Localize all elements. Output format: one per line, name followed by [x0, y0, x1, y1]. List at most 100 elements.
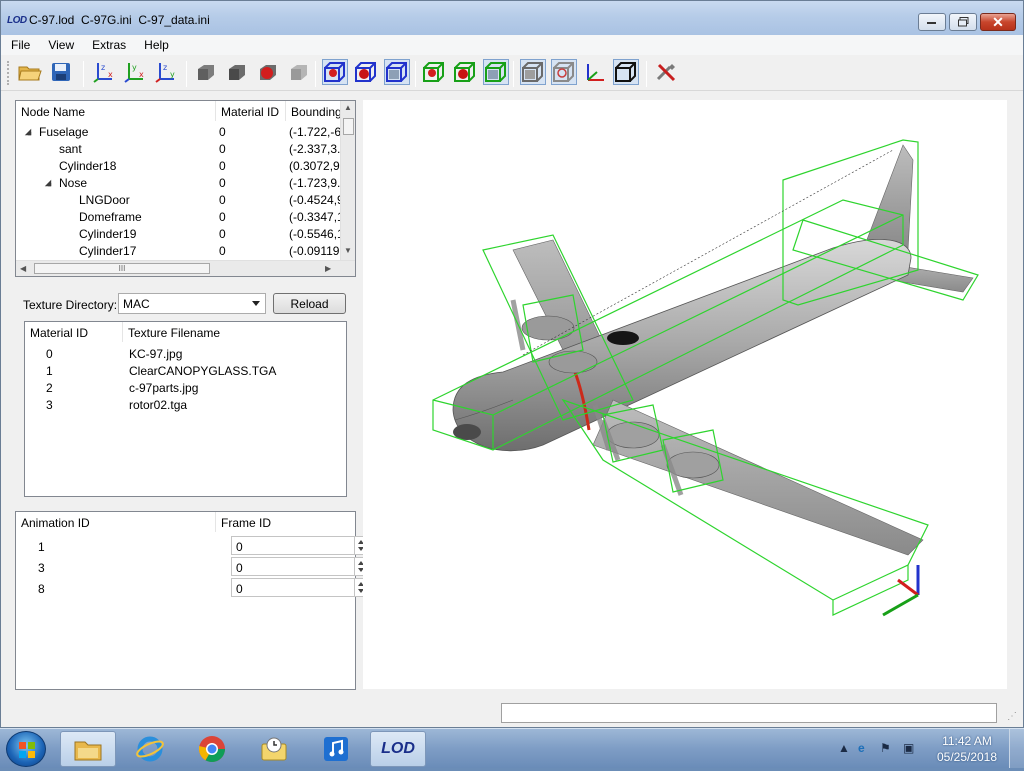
frame-id-spinbox[interactable]: 0 — [231, 557, 368, 576]
box-blue-red-solid-button[interactable] — [353, 59, 379, 85]
close-icon: ✕ — [992, 14, 1004, 30]
node-name: Nose — [59, 176, 88, 190]
svg-text:y: y — [132, 63, 137, 72]
box-blue-red-icon — [324, 62, 345, 82]
start-button[interactable] — [6, 731, 46, 767]
box-green-button[interactable] — [483, 59, 509, 85]
tree-row-lngdoor[interactable]: LNGDoor 0 (-0.4524,9 — [16, 191, 342, 208]
tools-icon — [656, 63, 676, 82]
texture-material-id: 3 — [46, 398, 53, 412]
tree-row-cylinder17[interactable]: Cylinder17 0 (-0.09119, — [16, 242, 342, 259]
tree-row-domeframe[interactable]: Domeframe 0 (-0.3347,1 — [16, 208, 342, 225]
node-name: Fuselage — [39, 125, 89, 139]
tree-row-cylinder19[interactable]: Cylinder19 0 (-0.5546,1 — [16, 225, 342, 242]
scroll-down-icon[interactable]: ▼ — [344, 246, 352, 255]
cube-view-icon — [615, 62, 636, 82]
frame-id-value[interactable]: 0 — [236, 582, 243, 596]
tree-row-sant[interactable]: sant 0 (-2.337,3.8 — [16, 140, 342, 157]
action-center-flag-icon[interactable]: ⚑ — [880, 741, 891, 755]
texture-row[interactable]: 3 rotor02.tga — [25, 396, 345, 413]
chrome-icon — [199, 736, 225, 762]
show-desktop-button[interactable] — [1009, 729, 1024, 768]
3d-viewport[interactable] — [363, 100, 1007, 689]
tree-horizontal-scrollbar[interactable]: ◀ III ▶ — [16, 260, 355, 276]
expanded-triangle-icon[interactable] — [24, 128, 32, 136]
texture-row[interactable]: 1 ClearCANOPYGLASS.TGA — [25, 362, 345, 379]
frame-id-value[interactable]: 0 — [236, 540, 243, 554]
column-header-material-id[interactable]: Material ID — [25, 322, 123, 342]
system-clock[interactable]: 11:42 AM 05/25/2018 — [932, 733, 1002, 765]
axis-zy-button[interactable]: zy — [153, 59, 179, 85]
menu-help[interactable]: Help — [134, 35, 177, 55]
title-bar[interactable]: LOD C-97.lod C-97G.ini C-97_data.ini ✕ — [1, 1, 1023, 35]
node-bounding: (-1.722,-6 — [289, 125, 341, 139]
maximize-button[interactable] — [949, 13, 977, 31]
shade-red-button[interactable] — [255, 59, 281, 85]
axes-view-button[interactable] — [582, 59, 608, 85]
column-header-frame-id[interactable]: Frame ID — [216, 512, 355, 532]
scroll-up-icon[interactable]: ▲ — [344, 103, 352, 112]
box-blue-red-button[interactable] — [322, 59, 348, 85]
menu-view[interactable]: View — [38, 35, 82, 55]
open-folder-button[interactable] — [17, 59, 43, 85]
toolbar-grip[interactable] — [7, 61, 10, 85]
resize-grip-icon[interactable]: ⋰ — [1007, 711, 1017, 722]
menu-extras[interactable]: Extras — [82, 35, 134, 55]
node-material-id: 0 — [219, 159, 226, 173]
tree-vertical-scrollbar[interactable]: ▲ ▼ — [340, 101, 355, 261]
vertical-stabilizer — [862, 144, 914, 251]
scroll-thumb[interactable]: III — [34, 263, 210, 274]
column-header-animation-id[interactable]: Animation ID — [16, 512, 216, 532]
box-green-red-solid-button[interactable] — [452, 59, 478, 85]
tray-expand-icon[interactable]: ▲ — [838, 741, 850, 755]
column-header-texture-filename[interactable]: Texture Filename — [123, 322, 346, 342]
menu-file[interactable]: File — [1, 35, 38, 55]
close-button[interactable]: ✕ — [980, 13, 1016, 31]
box-gray-red-button[interactable] — [551, 59, 577, 85]
cube-view-button[interactable] — [613, 59, 639, 85]
chevron-down-icon[interactable] — [252, 301, 260, 306]
taskbar-media-player[interactable] — [308, 731, 364, 767]
scroll-left-icon[interactable]: ◀ — [20, 264, 26, 273]
box-gray-button[interactable] — [520, 59, 546, 85]
taskbar-internet-explorer[interactable] — [122, 731, 178, 767]
texture-row[interactable]: 2 c-97parts.jpg — [25, 379, 345, 396]
tree-row-nose[interactable]: Nose 0 (-1.723,9.0 — [16, 174, 342, 191]
column-header-bounding[interactable]: Bounding — [286, 101, 342, 121]
shade-dark-button[interactable] — [224, 59, 250, 85]
settings-tools-button[interactable] — [653, 59, 679, 85]
expanded-triangle-icon[interactable] — [44, 179, 52, 187]
animation-row: 8 0 — [16, 577, 368, 598]
shade-light-button[interactable] — [286, 59, 312, 85]
axis-zx-icon: zx — [93, 63, 113, 83]
open-folder-icon — [18, 66, 42, 81]
network-icon[interactable]: ▣ — [903, 741, 914, 755]
frame-id-value[interactable]: 0 — [236, 561, 243, 575]
minimize-button[interactable] — [918, 13, 946, 31]
node-bounding: (-0.09119, — [289, 244, 341, 258]
svg-text:z: z — [101, 63, 105, 72]
frame-id-spinbox[interactable]: 0 — [231, 536, 368, 555]
taskbar-chrome[interactable] — [184, 731, 240, 767]
tray-ie-icon[interactable]: e — [858, 741, 865, 755]
axis-yx-button[interactable]: yx — [122, 59, 148, 85]
scroll-thumb[interactable] — [343, 118, 354, 135]
scroll-right-icon[interactable]: ▶ — [325, 264, 331, 273]
shade-gray-button[interactable] — [193, 59, 219, 85]
axes-view-icon — [587, 64, 604, 81]
tree-row-fuselage[interactable]: Fuselage 0 (-1.722,-6 — [16, 123, 342, 140]
axis-zx-button[interactable]: zx — [91, 59, 117, 85]
box-blue-button[interactable] — [384, 59, 410, 85]
texture-row[interactable]: 0 KC-97.jpg — [25, 345, 345, 362]
texture-directory-select[interactable]: MAC — [118, 293, 266, 314]
taskbar-outlook[interactable] — [246, 731, 302, 767]
frame-id-spinbox[interactable]: 0 — [231, 578, 368, 597]
taskbar-lod-viewer[interactable]: LOD — [370, 731, 426, 767]
tree-row-cylinder18[interactable]: Cylinder18 0 (0.3072,9. — [16, 157, 342, 174]
column-header-node-name[interactable]: Node Name — [16, 101, 216, 121]
box-green-red-button[interactable] — [421, 59, 447, 85]
reload-button[interactable]: Reload — [273, 293, 346, 314]
save-button[interactable] — [48, 59, 74, 85]
taskbar-file-explorer[interactable] — [60, 731, 116, 767]
column-header-material-id[interactable]: Material ID — [216, 101, 286, 121]
